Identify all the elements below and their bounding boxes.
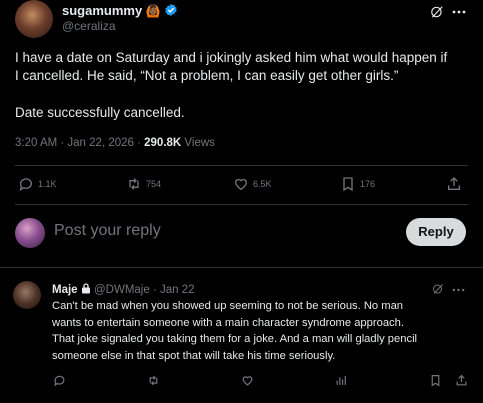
views-count: 290.8K <box>144 137 182 149</box>
grok-icon[interactable] <box>430 5 444 19</box>
current-user-avatar[interactable] <box>15 218 45 248</box>
reply-count: 1.1K <box>38 179 57 189</box>
divider-actions <box>15 204 468 205</box>
reply-icon <box>18 176 34 192</box>
post-meta: 3:20 AM · Jan 22, 2026 · 290.8K Views <box>15 137 215 149</box>
reply-text-line: That joke signaled you taking them for a… <box>52 333 418 345</box>
verified-badge-icon <box>164 3 178 17</box>
author-handle[interactable]: @ceraliza <box>62 19 116 33</box>
reply-views-icon[interactable] <box>335 374 348 387</box>
lock-icon <box>81 283 91 294</box>
post-timestamp[interactable]: 3:20 AM · Jan 22, 2026 · <box>15 137 144 149</box>
post-text-line-1: I have a date on Saturday and i jokingly… <box>15 50 448 65</box>
reply-reply-icon[interactable] <box>53 374 66 387</box>
reply-button[interactable]: Reply <box>406 218 466 246</box>
more-options-icon[interactable] <box>452 10 466 14</box>
reply-bookmark-icon[interactable] <box>429 374 442 387</box>
reply-text-line: wants to entertain someone with a main c… <box>52 316 404 329</box>
author-emoji: 🙆🏾 <box>145 4 161 18</box>
like-action[interactable]: 6.5K <box>233 176 272 192</box>
repost-action[interactable]: 754 <box>126 176 161 192</box>
reply-heart-icon[interactable] <box>241 374 254 387</box>
repost-count: 754 <box>146 179 162 189</box>
bookmark-count: 176 <box>360 179 376 189</box>
reply-input[interactable]: Post your reply <box>54 222 161 240</box>
reply-text-line: Can't be mad when you showed up seeming … <box>52 300 404 312</box>
views-label: Views <box>181 137 215 149</box>
reply-header: Maje @DWMaje · Jan 22 <box>52 283 195 296</box>
author-name-row: sugamummy 🙆🏾 <box>62 3 178 18</box>
reply-repost-icon[interactable] <box>147 374 160 387</box>
reply-author-handle[interactable]: @DWMaje <box>94 284 150 296</box>
reply-grok-icon[interactable] <box>432 283 444 295</box>
reply-date[interactable]: · Jan 22 <box>150 284 195 296</box>
like-count: 6.5K <box>253 179 272 189</box>
share-icon[interactable] <box>446 176 462 192</box>
reply-action[interactable]: 1.1K <box>18 176 57 192</box>
reply-author-avatar[interactable] <box>13 281 41 309</box>
reply-share-icon[interactable] <box>455 374 468 387</box>
repost-icon <box>126 176 142 192</box>
divider-composer <box>0 267 483 268</box>
heart-icon <box>233 176 249 192</box>
post-text-line-3: Date successfully cancelled. <box>15 105 185 120</box>
reply-author-name[interactable]: Maje <box>52 284 78 296</box>
bookmark-icon <box>340 176 356 192</box>
reply-text: Can't be mad when you showed up seeming … <box>52 298 417 364</box>
author-avatar[interactable] <box>15 0 53 38</box>
author-name[interactable]: sugamummy <box>62 3 142 18</box>
divider-top <box>15 165 468 166</box>
bookmark-action[interactable]: 176 <box>340 176 375 192</box>
reply-more-options-icon[interactable] <box>452 288 465 292</box>
post-text-line-2: I cancelled. He said, “Not a problem, I … <box>15 68 399 83</box>
reply-text-line: someone else in that spot that will take… <box>52 349 336 362</box>
